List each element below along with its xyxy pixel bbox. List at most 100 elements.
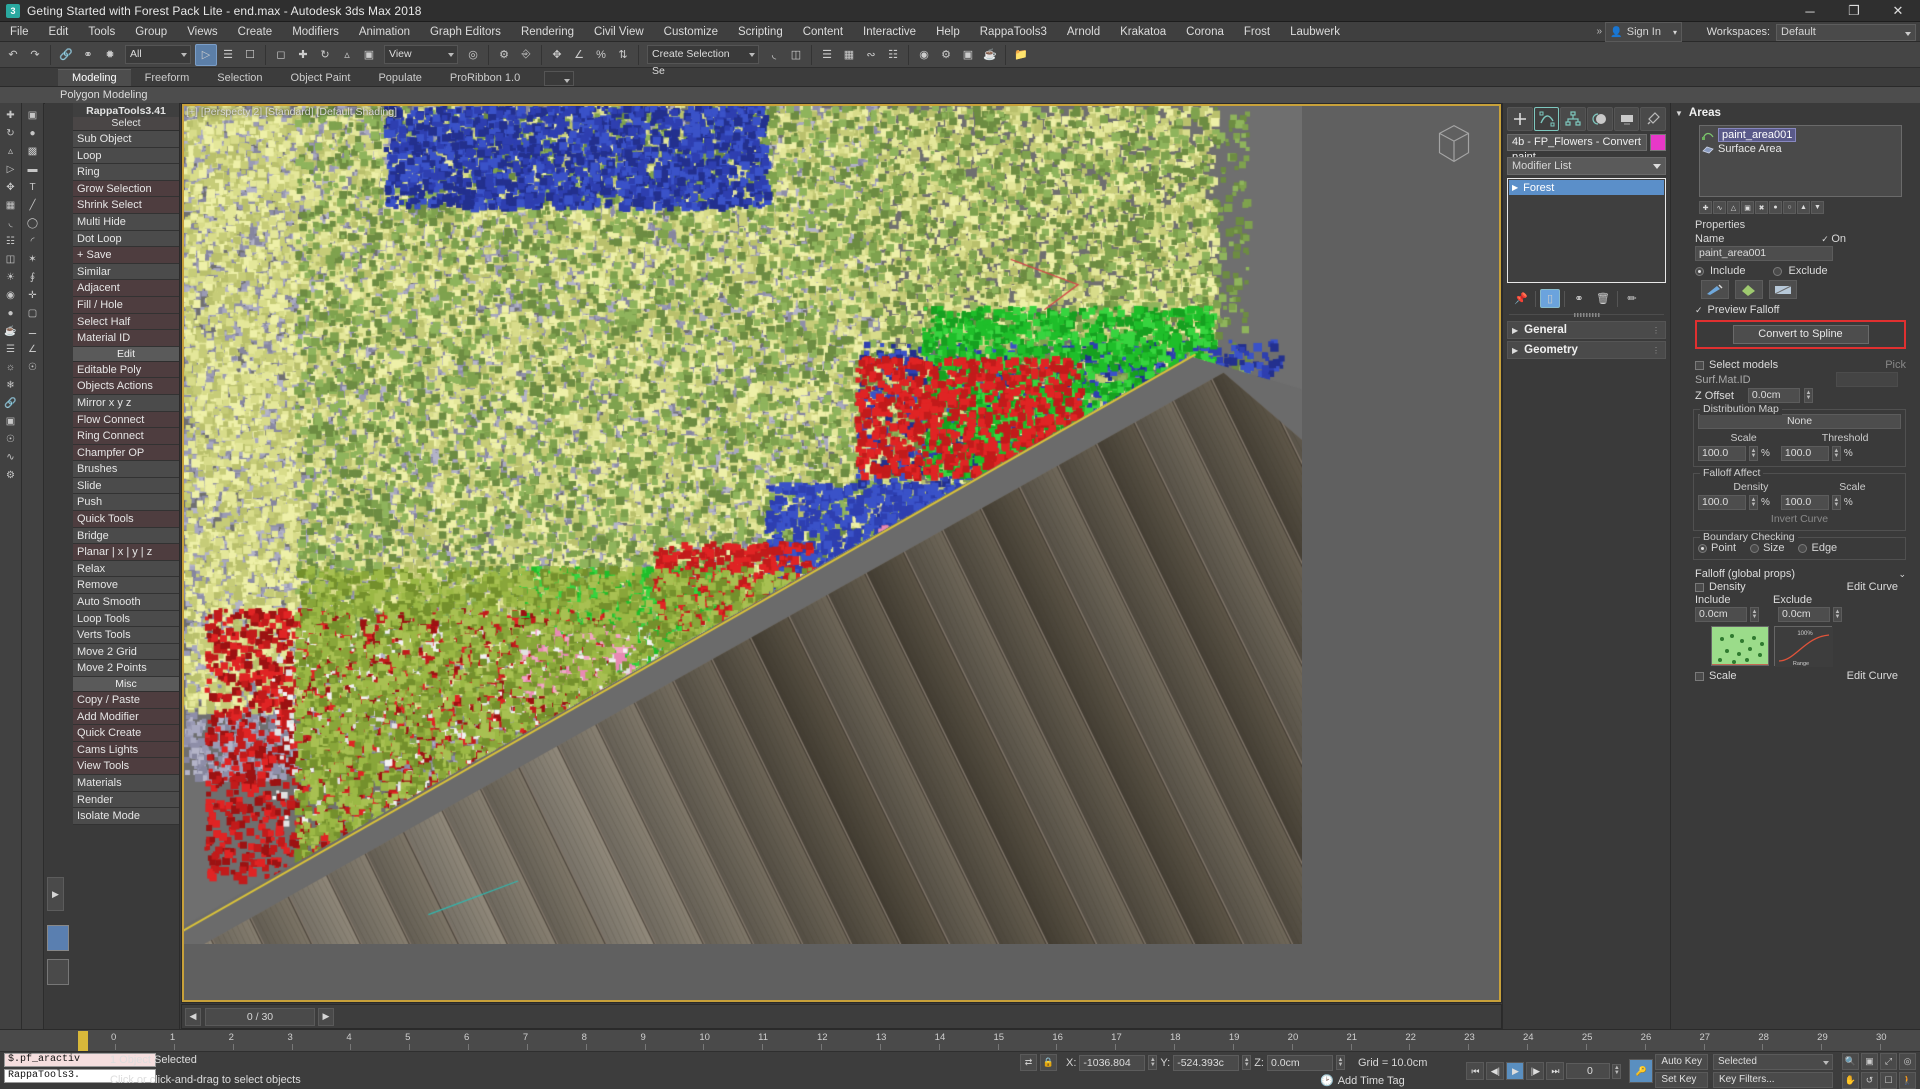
include-spinner[interactable]: ▲▼ xyxy=(1750,607,1759,622)
tool-icon-extra[interactable]: ⚙ xyxy=(2,467,20,484)
hierarchy-tab[interactable] xyxy=(1560,107,1586,131)
rappa-button-move-2-points[interactable]: Move 2 Points xyxy=(73,660,179,677)
ribbon-options-dropdown[interactable] xyxy=(544,71,574,86)
falloff-scale-spinner[interactable]: ▲▼ xyxy=(1832,495,1841,510)
tool2-icon-point[interactable]: ✛ xyxy=(24,287,42,304)
move-down-icon[interactable]: ▼ xyxy=(1811,201,1824,214)
next-frame-button[interactable]: ▶ xyxy=(318,1008,334,1026)
rappa-button-champfer-op[interactable]: Champfer OP xyxy=(73,445,179,462)
rendered-frame-icon[interactable]: ▣ xyxy=(957,44,979,66)
ribbon-tab-proribbon-1-0[interactable]: ProRibbon 1.0 xyxy=(436,70,534,86)
render-production-icon[interactable]: ☕ xyxy=(979,44,1001,66)
pan-icon[interactable]: ✋ xyxy=(1842,1072,1859,1089)
rappa-button-flow-connect[interactable]: Flow Connect xyxy=(73,412,179,429)
falloff-scale-input[interactable]: 100.0 xyxy=(1781,495,1829,510)
rollout-geometry[interactable]: ▶ Geometry ⋮ xyxy=(1507,341,1666,359)
tool2-icon-protractor[interactable]: ∠ xyxy=(24,341,42,358)
dist-threshold-spinner[interactable]: ▲▼ xyxy=(1832,446,1841,461)
tool2-icon-helix[interactable]: ∮ xyxy=(24,269,42,286)
menu-item-file[interactable]: File xyxy=(0,22,39,42)
y-spinner[interactable]: ▲▼ xyxy=(1242,1055,1251,1070)
zoom-all-icon[interactable]: ▣ xyxy=(1861,1053,1878,1070)
rappa-color-swatch-1[interactable] xyxy=(47,925,69,951)
areas-rollout-header[interactable]: ▼ Areas xyxy=(1671,103,1920,123)
utilities-tab[interactable] xyxy=(1640,107,1666,131)
rappa-button-planar-x-y-z[interactable]: Planar | x | y | z xyxy=(73,544,179,561)
menu-item-arnold[interactable]: Arnold xyxy=(1057,22,1110,42)
falloff-edit-curve-button[interactable]: Edit Curve xyxy=(1847,581,1898,593)
key-filters-button[interactable]: Key Filters... xyxy=(1713,1072,1833,1088)
display-tab[interactable] xyxy=(1614,107,1640,131)
menu-item-help[interactable]: Help xyxy=(926,22,970,42)
rappa-button-loop-tools[interactable]: Loop Tools xyxy=(73,611,179,628)
placement-icon[interactable]: ▣ xyxy=(358,44,380,66)
align-icon[interactable]: ◫ xyxy=(785,44,807,66)
open-folder-icon[interactable]: 📁 xyxy=(1010,44,1032,66)
tool2-icon-line[interactable]: ╱ xyxy=(24,197,42,214)
paint-brush-icon[interactable] xyxy=(1701,280,1729,299)
falloff-density-checkbox[interactable] xyxy=(1695,583,1704,592)
workspaces-select[interactable]: Default xyxy=(1776,24,1916,41)
tool-icon-group[interactable]: ▣ xyxy=(2,413,20,430)
prev-frame-button[interactable]: ◀ xyxy=(185,1008,201,1026)
configure-sets-icon[interactable]: ✏ xyxy=(1622,289,1642,308)
tool-icon-link[interactable]: 🔗 xyxy=(2,395,20,412)
menu-item-animation[interactable]: Animation xyxy=(349,22,420,42)
lock-icon[interactable]: 🔒 xyxy=(1040,1054,1057,1071)
add-spline-icon[interactable]: ∿ xyxy=(1713,201,1726,214)
area-duplicate-icon[interactable]: ▣ xyxy=(1741,201,1754,214)
boundary-size-radio[interactable] xyxy=(1750,544,1759,553)
rappa-button-slide[interactable]: Slide xyxy=(73,478,179,495)
rappa-button-add-modifier[interactable]: Add Modifier xyxy=(73,709,179,726)
unlink-icon[interactable]: ⚭ xyxy=(77,44,99,66)
motion-tab[interactable] xyxy=(1587,107,1613,131)
menu-item-modifiers[interactable]: Modifiers xyxy=(282,22,349,42)
z-offset-input[interactable]: 0.0cm xyxy=(1748,388,1800,403)
rappa-button-view-tools[interactable]: View Tools xyxy=(73,758,179,775)
select-scale-icon[interactable]: ▵ xyxy=(336,44,358,66)
redo-icon[interactable]: ↷ xyxy=(24,44,46,66)
exclude-icon[interactable]: ○ xyxy=(1783,201,1796,214)
select-object-icon[interactable]: ▷ xyxy=(195,44,217,66)
rappa-button-ring[interactable]: Ring xyxy=(73,164,179,181)
minimize-button[interactable]: ─ xyxy=(1788,0,1832,22)
rect-select-icon[interactable]: ☐ xyxy=(239,44,261,66)
tool-icon-layers[interactable]: ☰ xyxy=(2,341,20,358)
select-link-icon[interactable]: 🔗 xyxy=(55,44,77,66)
tool2-icon-circle[interactable]: ◯ xyxy=(24,215,42,232)
delete-area-icon[interactable]: ✖ xyxy=(1755,201,1768,214)
areas-list[interactable]: paint_area001 Surface Area xyxy=(1699,125,1902,197)
expand-arrow-icon[interactable]: ▶ xyxy=(1512,183,1518,192)
rappa-button-fill-hole[interactable]: Fill / Hole xyxy=(73,297,179,314)
rappa-button-material-id[interactable]: Material ID xyxy=(73,330,179,347)
rappa-button-similar[interactable]: Similar xyxy=(73,264,179,281)
curve-editor-icon[interactable]: ∾ xyxy=(860,44,882,66)
dist-threshold-input[interactable]: 100.0 xyxy=(1781,446,1829,461)
distribution-map-button[interactable]: None xyxy=(1698,414,1901,429)
rappa-button-copy-paste[interactable]: Copy / Paste xyxy=(73,692,179,709)
falloff-density-spinner[interactable]: ▲▼ xyxy=(1749,495,1758,510)
viewport-render[interactable] xyxy=(182,104,1302,944)
rappa-button-remove[interactable]: Remove xyxy=(73,577,179,594)
falloff-curve-graph[interactable]: 100% Range xyxy=(1774,626,1832,666)
menu-item-customize[interactable]: Customize xyxy=(654,22,728,42)
tool2-icon-arc[interactable]: ◜ xyxy=(24,233,42,250)
frame-indicator[interactable]: 0 / 30 xyxy=(205,1008,315,1026)
convert-to-spline-button[interactable]: Convert to Spline xyxy=(1733,325,1869,344)
modifier-list-select[interactable]: Modifier List xyxy=(1507,157,1666,175)
tool-icon-rotate[interactable]: ↻ xyxy=(2,125,20,142)
on-checkbox[interactable]: ✓ On xyxy=(1821,233,1846,245)
rappa-button--save[interactable]: + Save xyxy=(73,247,179,264)
go-to-end-button[interactable]: ⏭ xyxy=(1546,1062,1564,1080)
menu-item-laubwerk[interactable]: Laubwerk xyxy=(1280,22,1350,42)
named-selection-set-select[interactable]: Create Selection Se xyxy=(647,45,759,64)
window-crossing-icon[interactable]: ◻ xyxy=(270,44,292,66)
view-cube-icon[interactable] xyxy=(1425,116,1483,174)
rappa-button-sub-object[interactable]: Sub Object xyxy=(73,131,179,148)
ref-coord-system-select[interactable]: View xyxy=(384,45,458,64)
absolute-mode-icon[interactable]: ⇄ xyxy=(1020,1054,1037,1071)
sign-in-button[interactable]: 👤 Sign In ▾ xyxy=(1605,22,1682,42)
modify-tab[interactable] xyxy=(1534,107,1560,131)
rappa-button-move-2-grid[interactable]: Move 2 Grid xyxy=(73,644,179,661)
tool2-icon-text[interactable]: T xyxy=(24,179,42,196)
